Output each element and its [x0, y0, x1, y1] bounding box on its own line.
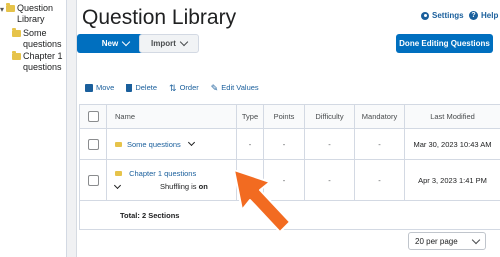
column-header-last-modified[interactable]: Last Modified [405, 105, 500, 128]
difficulty-cell: - [305, 129, 355, 159]
section-link[interactable]: Some questions [127, 140, 181, 149]
delete-label: Delete [135, 83, 158, 92]
chevron-down-icon [471, 235, 481, 244]
pointer-arrow-annotation [234, 170, 291, 233]
shuffle-status: Shuffling is on [160, 182, 208, 191]
settings-link[interactable]: Settings [421, 11, 464, 20]
table-header-row: Name Type Points Difficulty Mandatory La… [80, 105, 500, 129]
row-checkbox[interactable] [87, 138, 99, 150]
move-button[interactable]: Move [85, 83, 114, 92]
sort-arrows-icon: ⇅ [169, 82, 177, 93]
edit-values-button[interactable]: ✎ Edit Values [211, 83, 259, 92]
settings-label: Settings [432, 11, 464, 20]
select-all-cell [80, 105, 107, 128]
main-content: Question Library Settings ? Help New Imp… [77, 0, 500, 257]
order-label: Order [179, 83, 199, 92]
difficulty-cell: - [305, 160, 355, 200]
folder-icon [115, 141, 122, 147]
page-size-select[interactable]: 20 per page [408, 232, 486, 250]
mandatory-cell: - [355, 160, 405, 200]
column-header-name[interactable]: Name [107, 105, 237, 128]
page-title: Question Library [82, 6, 237, 29]
shuffle-state: on [198, 182, 208, 191]
tree-root-question-library[interactable]: ▾ Question Library [0, 3, 57, 25]
panel-divider[interactable] [67, 0, 77, 257]
points-cell: - [264, 129, 305, 159]
chevron-down-icon [121, 37, 131, 47]
edit-values-label: Edit Values [221, 83, 259, 92]
folder-icon [12, 28, 21, 37]
name-cell: Some questions [107, 129, 237, 159]
name-cell: Chapter 1 questions Shuffling is on [107, 160, 237, 200]
help-label: Help [481, 11, 499, 20]
chevron-down-icon [179, 37, 189, 47]
import-button[interactable]: Import [139, 34, 199, 53]
order-button[interactable]: ⇅ Order [169, 83, 199, 92]
move-icon [85, 83, 93, 92]
tree-item-some-questions[interactable]: Some questions [12, 28, 63, 50]
trash-icon [126, 83, 133, 92]
folder-icon [115, 171, 122, 176]
chevron-down-icon[interactable] [113, 181, 122, 189]
last-modified-cell: Apr 3, 2023 1:41 PM [405, 160, 500, 200]
help-icon: ? [469, 11, 478, 20]
column-header-type[interactable]: Type [237, 105, 264, 128]
table-toolbar: Move Delete ⇅ Order ✎ Edit Values [85, 83, 271, 92]
import-label: Import [151, 39, 176, 48]
help-link[interactable]: ? Help [469, 11, 498, 20]
row-select-cell [80, 129, 107, 159]
column-header-difficulty[interactable]: Difficulty [305, 105, 355, 128]
tree-item-label: Chapter 1 questions [23, 51, 63, 72]
column-header-mandatory[interactable]: Mandatory [355, 105, 405, 128]
pencil-icon: ✎ [210, 82, 219, 93]
section-link[interactable]: Chapter 1 questions [129, 169, 196, 178]
done-editing-button[interactable]: Done Editing Questions [396, 34, 493, 53]
row-checkbox[interactable] [87, 174, 99, 186]
new-label: New [101, 39, 119, 48]
done-label: Done Editing Questions [399, 39, 490, 48]
delete-button[interactable]: Delete [126, 83, 157, 92]
select-all-checkbox[interactable] [87, 111, 99, 122]
column-header-points[interactable]: Points [264, 105, 305, 128]
tree-item-label: Some questions [23, 28, 62, 49]
move-label: Move [96, 83, 115, 92]
mandatory-cell: - [355, 129, 405, 159]
last-modified-cell: Mar 30, 2023 10:43 AM [405, 129, 500, 159]
arrow-shape [234, 170, 291, 233]
gear-icon [421, 11, 429, 20]
folder-icon [6, 3, 16, 12]
page-size-value: 20 per page [415, 236, 458, 246]
collapse-icon[interactable]: ▾ [0, 4, 4, 15]
shuffle-prefix: Shuffling is [160, 182, 197, 191]
row-select-cell [80, 160, 107, 200]
tree-root-label: Question Library [17, 3, 54, 24]
chevron-down-icon[interactable] [187, 138, 195, 147]
folder-icon [12, 51, 21, 60]
tree-item-chapter-1-questions[interactable]: Chapter 1 questions [12, 51, 63, 73]
question-library-tree: ▾ Question Library Some questions Chapte… [0, 0, 67, 257]
type-cell: - [237, 129, 264, 159]
table-row: Some questions - - - - Mar 30, 2023 10:4… [80, 129, 500, 160]
